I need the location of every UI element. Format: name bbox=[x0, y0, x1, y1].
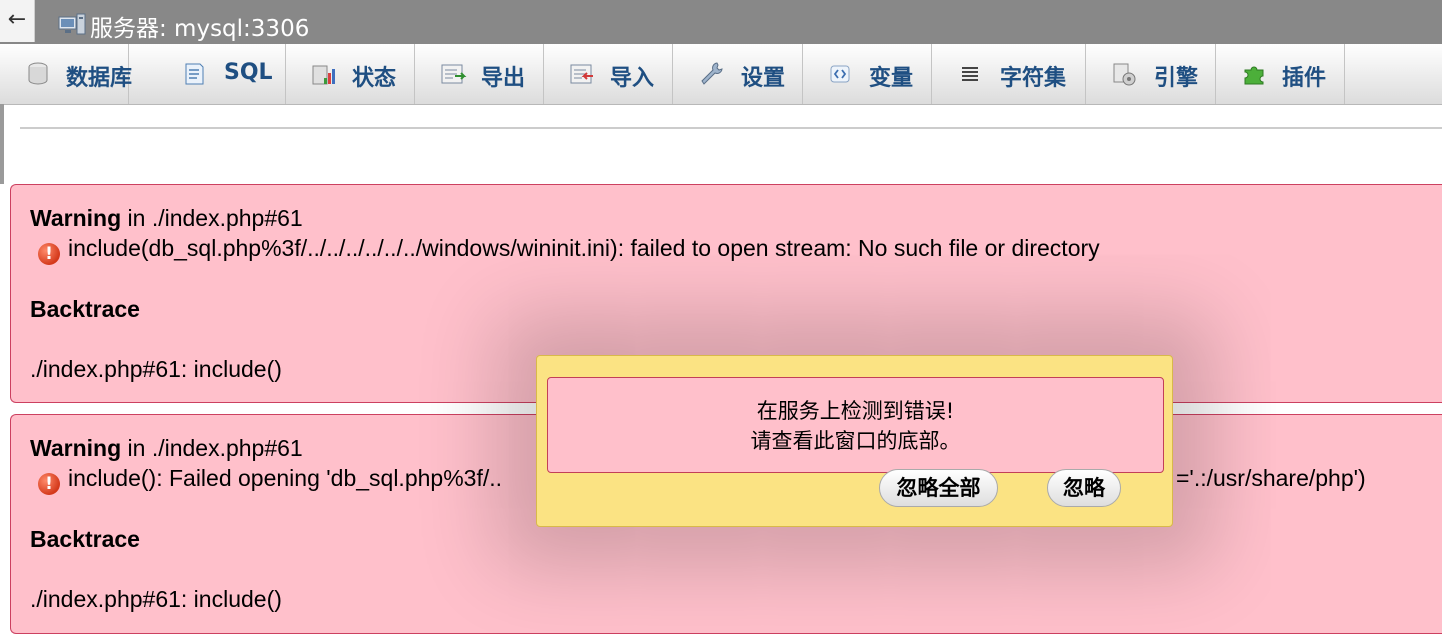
tab-label: 字符集 bbox=[1000, 66, 1067, 91]
back-button[interactable]: ← bbox=[0, 0, 35, 42]
status-icon bbox=[312, 65, 335, 85]
tab-status[interactable]: 状态 bbox=[286, 44, 415, 104]
dialog-line-1: 在服务上检测到错误! bbox=[756, 399, 955, 423]
wrench-icon bbox=[701, 62, 723, 85]
export-icon bbox=[441, 64, 467, 84]
server-icon bbox=[58, 13, 86, 35]
dialog-message: 在服务上检测到错误! 请查看此窗口的底部。 bbox=[547, 377, 1164, 473]
left-edge-border bbox=[0, 104, 4, 184]
separator-line bbox=[20, 127, 1442, 129]
tab-label: 变量 bbox=[869, 66, 914, 91]
tab-plugins[interactable]: 插件 bbox=[1216, 44, 1345, 104]
tab-engines[interactable]: 引擎 bbox=[1086, 44, 1216, 104]
warning-label: Warning bbox=[30, 205, 122, 231]
tab-sql[interactable]: SQL bbox=[156, 44, 286, 104]
engine-icon bbox=[1113, 63, 1136, 86]
error-message-line: ! include(db_sql.php%3f/../../../../../..… bbox=[38, 235, 1100, 265]
tab-label: 导入 bbox=[610, 66, 655, 91]
tab-label: 引擎 bbox=[1154, 66, 1199, 91]
error-icon: ! bbox=[38, 243, 60, 265]
error-location: in ./index.php#61 bbox=[121, 435, 303, 461]
plugin-icon bbox=[1244, 66, 1264, 85]
tab-import[interactable]: 导入 bbox=[544, 44, 673, 104]
tab-label: 插件 bbox=[1282, 66, 1327, 91]
main-tab-bar: 数据库 SQL 状态 导出 导入 设置 变量 字符集 引擎 插件 bbox=[0, 44, 1442, 105]
backtrace-label: Backtrace bbox=[30, 296, 140, 322]
title-bar: ← 服务器: mysql:3306 bbox=[0, 0, 1442, 44]
error-icon: ! bbox=[38, 473, 60, 495]
charset-icon bbox=[962, 67, 978, 81]
tab-databases[interactable]: 数据库 bbox=[0, 44, 133, 104]
error-heading: Warning in ./index.php#61 bbox=[30, 205, 303, 232]
error-dialog: 在服务上检测到错误! 请查看此窗口的底部。 忽略全部 忽略 bbox=[536, 355, 1173, 527]
dialog-line-2: 请查看此窗口的底部。 bbox=[750, 429, 961, 453]
backtrace-heading: Backtrace bbox=[30, 526, 140, 553]
warning-label: Warning bbox=[30, 435, 122, 461]
backtrace-entry: ./index.php#61: include() bbox=[30, 356, 282, 382]
backtrace-heading: Backtrace bbox=[30, 296, 140, 323]
error-message-line: ! include(): Failed opening 'db_sql.php%3… bbox=[38, 465, 502, 495]
tab-label: 导出 bbox=[481, 66, 526, 91]
tab-variables[interactable]: 变量 bbox=[803, 44, 932, 104]
tab-export[interactable]: 导出 bbox=[415, 44, 544, 104]
error-message-tail: ='.:/usr/share/php') bbox=[1176, 465, 1366, 491]
ignore-button[interactable]: 忽略 bbox=[1047, 469, 1121, 507]
tab-label: 设置 bbox=[741, 66, 786, 91]
tab-label: 状态 bbox=[352, 66, 397, 91]
error-message: include(): Failed opening 'db_sql.php%3f… bbox=[68, 465, 503, 491]
ignore-all-button[interactable]: 忽略全部 bbox=[879, 469, 998, 507]
backtrace-entry: ./index.php#61: include() bbox=[30, 586, 282, 612]
tab-label: SQL bbox=[224, 60, 273, 85]
error-message: include(db_sql.php%3f/../../../../../../… bbox=[68, 235, 1100, 261]
tab-charsets[interactable]: 字符集 bbox=[932, 44, 1086, 104]
error-location: in ./index.php#61 bbox=[121, 205, 303, 231]
import-icon bbox=[570, 64, 593, 84]
tab-label: 数据库 bbox=[66, 66, 133, 91]
backtrace-label: Backtrace bbox=[30, 526, 140, 552]
error-heading: Warning in ./index.php#61 bbox=[30, 435, 303, 462]
window-title: 服务器: mysql:3306 bbox=[90, 16, 310, 42]
sql-icon bbox=[185, 63, 204, 85]
tab-settings[interactable]: 设置 bbox=[673, 44, 803, 104]
database-icon bbox=[28, 62, 48, 85]
variables-icon bbox=[830, 65, 850, 83]
